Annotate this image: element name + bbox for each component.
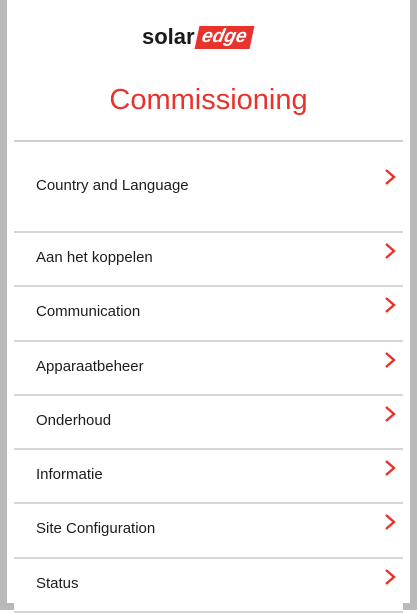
page-title: Commissioning — [109, 84, 308, 116]
chevron-right-icon — [383, 296, 397, 314]
menu-item-site-configuration[interactable]: Site Configuration — [14, 504, 403, 559]
menu-item-aan-het-koppelen[interactable]: Aan het koppelen — [14, 233, 403, 288]
menu-item-label: Informatie — [36, 466, 103, 484]
menu-item-communication[interactable]: Communication — [14, 287, 403, 342]
menu-item-label: Communication — [36, 303, 141, 321]
chevron-right-icon — [383, 242, 397, 260]
menu-item-label: Status — [36, 574, 79, 592]
menu-item-onderhoud[interactable]: Onderhoud — [14, 395, 403, 451]
chevron-right-icon — [383, 513, 397, 531]
logo-solar-text: solar — [142, 24, 195, 49]
app-header: solar edge Commissioning — [7, 0, 410, 138]
chevron-right-icon — [383, 405, 397, 423]
menu-item-label: Site Configuration — [36, 520, 156, 538]
logo-edge-text: edge — [194, 25, 255, 49]
chevron-right-icon — [383, 459, 397, 477]
menu-item-country-and-language[interactable]: Country and Language — [14, 142, 403, 233]
chevron-right-icon — [383, 568, 397, 586]
solaredge-logo: solar edge — [142, 24, 255, 50]
menu-item-label: Onderhoud — [36, 411, 112, 429]
commissioning-menu: Country and Language Aan het koppelen Co… — [14, 140, 403, 613]
chevron-right-icon — [383, 168, 397, 186]
menu-item-status[interactable]: Status — [14, 558, 403, 613]
menu-item-label: Country and Language — [36, 177, 189, 194]
menu-item-apparaatbeheer[interactable]: Apparaatbeheer — [14, 341, 403, 396]
menu-item-label: Aan het koppelen — [36, 249, 153, 266]
chevron-right-icon — [383, 351, 397, 369]
menu-item-label: Apparaatbeheer — [36, 357, 144, 375]
menu-item-informatie[interactable]: Informatie — [14, 450, 403, 505]
